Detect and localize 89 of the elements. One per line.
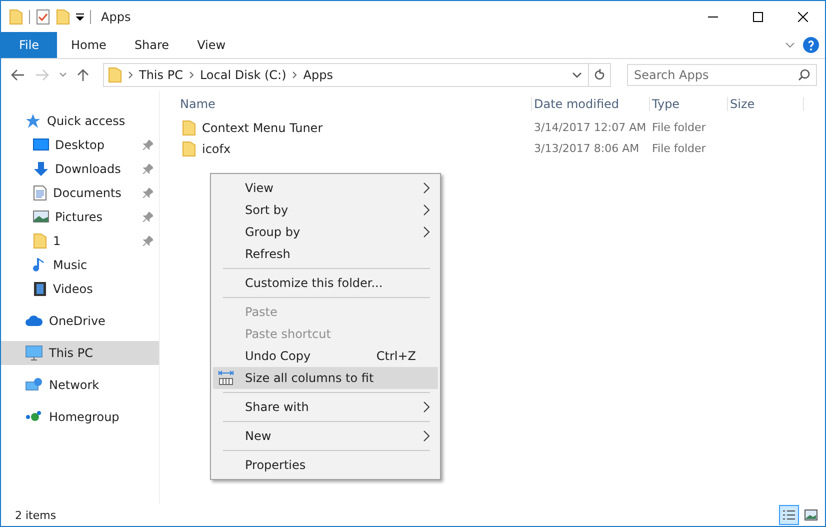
sidebar-item[interactable]: Quick access (1, 109, 159, 133)
pictures-icon (33, 210, 49, 224)
breadcrumb-item[interactable]: This PC (139, 68, 183, 82)
back-button[interactable] (9, 69, 27, 81)
folder-icon (108, 67, 122, 83)
music-note-icon (33, 257, 47, 273)
sidebar-item[interactable]: Desktop (1, 133, 159, 157)
network-icon (25, 377, 43, 393)
ribbon-tab[interactable]: Share (120, 32, 184, 58)
item-count: 2 items (15, 508, 56, 522)
menu-item[interactable]: Share with (213, 396, 438, 418)
details-view-button[interactable] (779, 505, 799, 525)
sidebar-item[interactable]: This PC (1, 341, 159, 365)
dropdown-icon (76, 12, 84, 20)
chevron-right-icon (423, 204, 430, 216)
up-button[interactable] (75, 68, 91, 82)
document-icon (33, 185, 47, 201)
download-icon (33, 161, 49, 177)
sidebar-item[interactable]: Network (1, 373, 159, 397)
sidebar-item[interactable]: OneDrive (1, 309, 159, 333)
homegroup-icon (25, 410, 43, 424)
menu-item[interactable]: Properties (213, 454, 438, 476)
recent-locations-button[interactable] (57, 72, 69, 78)
film-icon (33, 281, 47, 297)
columns-icon (218, 370, 234, 386)
column-header[interactable]: Name (178, 97, 532, 111)
sidebar-item[interactable]: 1 (1, 229, 159, 253)
file-menu-tab[interactable]: File (1, 32, 57, 58)
search-icon (798, 69, 810, 81)
file-name[interactable]: icofx (178, 140, 532, 156)
chevron-down-icon (572, 72, 582, 78)
column-header[interactable]: Date modified (532, 97, 650, 111)
close-icon (798, 12, 808, 22)
menu-item[interactable]: View (213, 177, 438, 199)
table-cell-text: 3/14/2017 12:07 AM (533, 121, 648, 134)
expand-ribbon-icon (785, 42, 795, 48)
refresh-icon (594, 69, 605, 81)
table-cell-text: 3/13/2017 8:06 AM (533, 142, 640, 155)
chevron-right-icon (423, 182, 430, 194)
maximize-icon (752, 12, 762, 22)
pin-icon (143, 188, 153, 198)
star-icon (25, 113, 41, 129)
pin-icon (143, 236, 153, 246)
breadcrumb-item[interactable]: Apps (303, 68, 333, 82)
sidebar-item[interactable]: Videos (1, 277, 159, 301)
chevron-right-icon (128, 71, 133, 79)
pin-icon (143, 164, 153, 174)
chevron-right-icon (423, 401, 430, 413)
sidebar-item[interactable]: Music (1, 253, 159, 277)
image-icon (804, 509, 818, 521)
menu-item[interactable]: Refresh (213, 243, 438, 265)
sidebar-item[interactable]: Documents (1, 181, 159, 205)
ribbon-tab[interactable]: Home (57, 32, 120, 58)
menu-item[interactable]: Customize this folder... (213, 272, 438, 294)
chevron-right-icon (188, 71, 194, 79)
sidebar-item[interactable]: Homegroup (1, 405, 159, 429)
folder-icon (33, 233, 47, 249)
menu-item[interactable]: Size all columns to fit (213, 367, 438, 389)
cloud-icon (25, 315, 43, 327)
table-cell-text: File folder (651, 121, 707, 134)
menu-item[interactable]: Group by (213, 221, 438, 243)
folder-icon (182, 140, 196, 156)
chevron-right-icon (292, 71, 298, 79)
folder-icon (182, 120, 196, 136)
column-header[interactable]: Type (650, 97, 728, 111)
computer-icon (25, 345, 43, 361)
pin-icon (143, 140, 153, 150)
desktop-icon (33, 138, 49, 152)
chevron-right-icon (423, 430, 430, 442)
table-cell-text: File folder (651, 142, 707, 155)
menu-item[interactable]: Undo Copy Ctrl+Z (213, 345, 438, 367)
help-icon (803, 37, 819, 53)
menu-item[interactable]: Sort by (213, 199, 438, 221)
ribbon-tab[interactable]: View (183, 32, 240, 58)
folder-icon (9, 8, 23, 24)
chevron-right-icon (423, 226, 430, 238)
pin-icon (143, 212, 153, 222)
list-icon (782, 509, 796, 521)
search-field[interactable]: Search Apps (627, 64, 817, 86)
window-title: Apps (101, 10, 131, 24)
sidebar-item[interactable]: Downloads (1, 157, 159, 181)
breadcrumb-item[interactable]: Local Disk (C:) (200, 68, 286, 82)
new-folder-icon (56, 8, 70, 24)
menu-item[interactable]: New (213, 425, 438, 447)
sidebar-item[interactable]: Pictures (1, 205, 159, 229)
address-bar[interactable]: This PC Local Disk (C:) Apps (103, 63, 611, 87)
column-header[interactable]: Size (728, 97, 804, 111)
file-name[interactable]: Context Menu Tuner (178, 120, 532, 136)
properties-icon (36, 8, 50, 24)
